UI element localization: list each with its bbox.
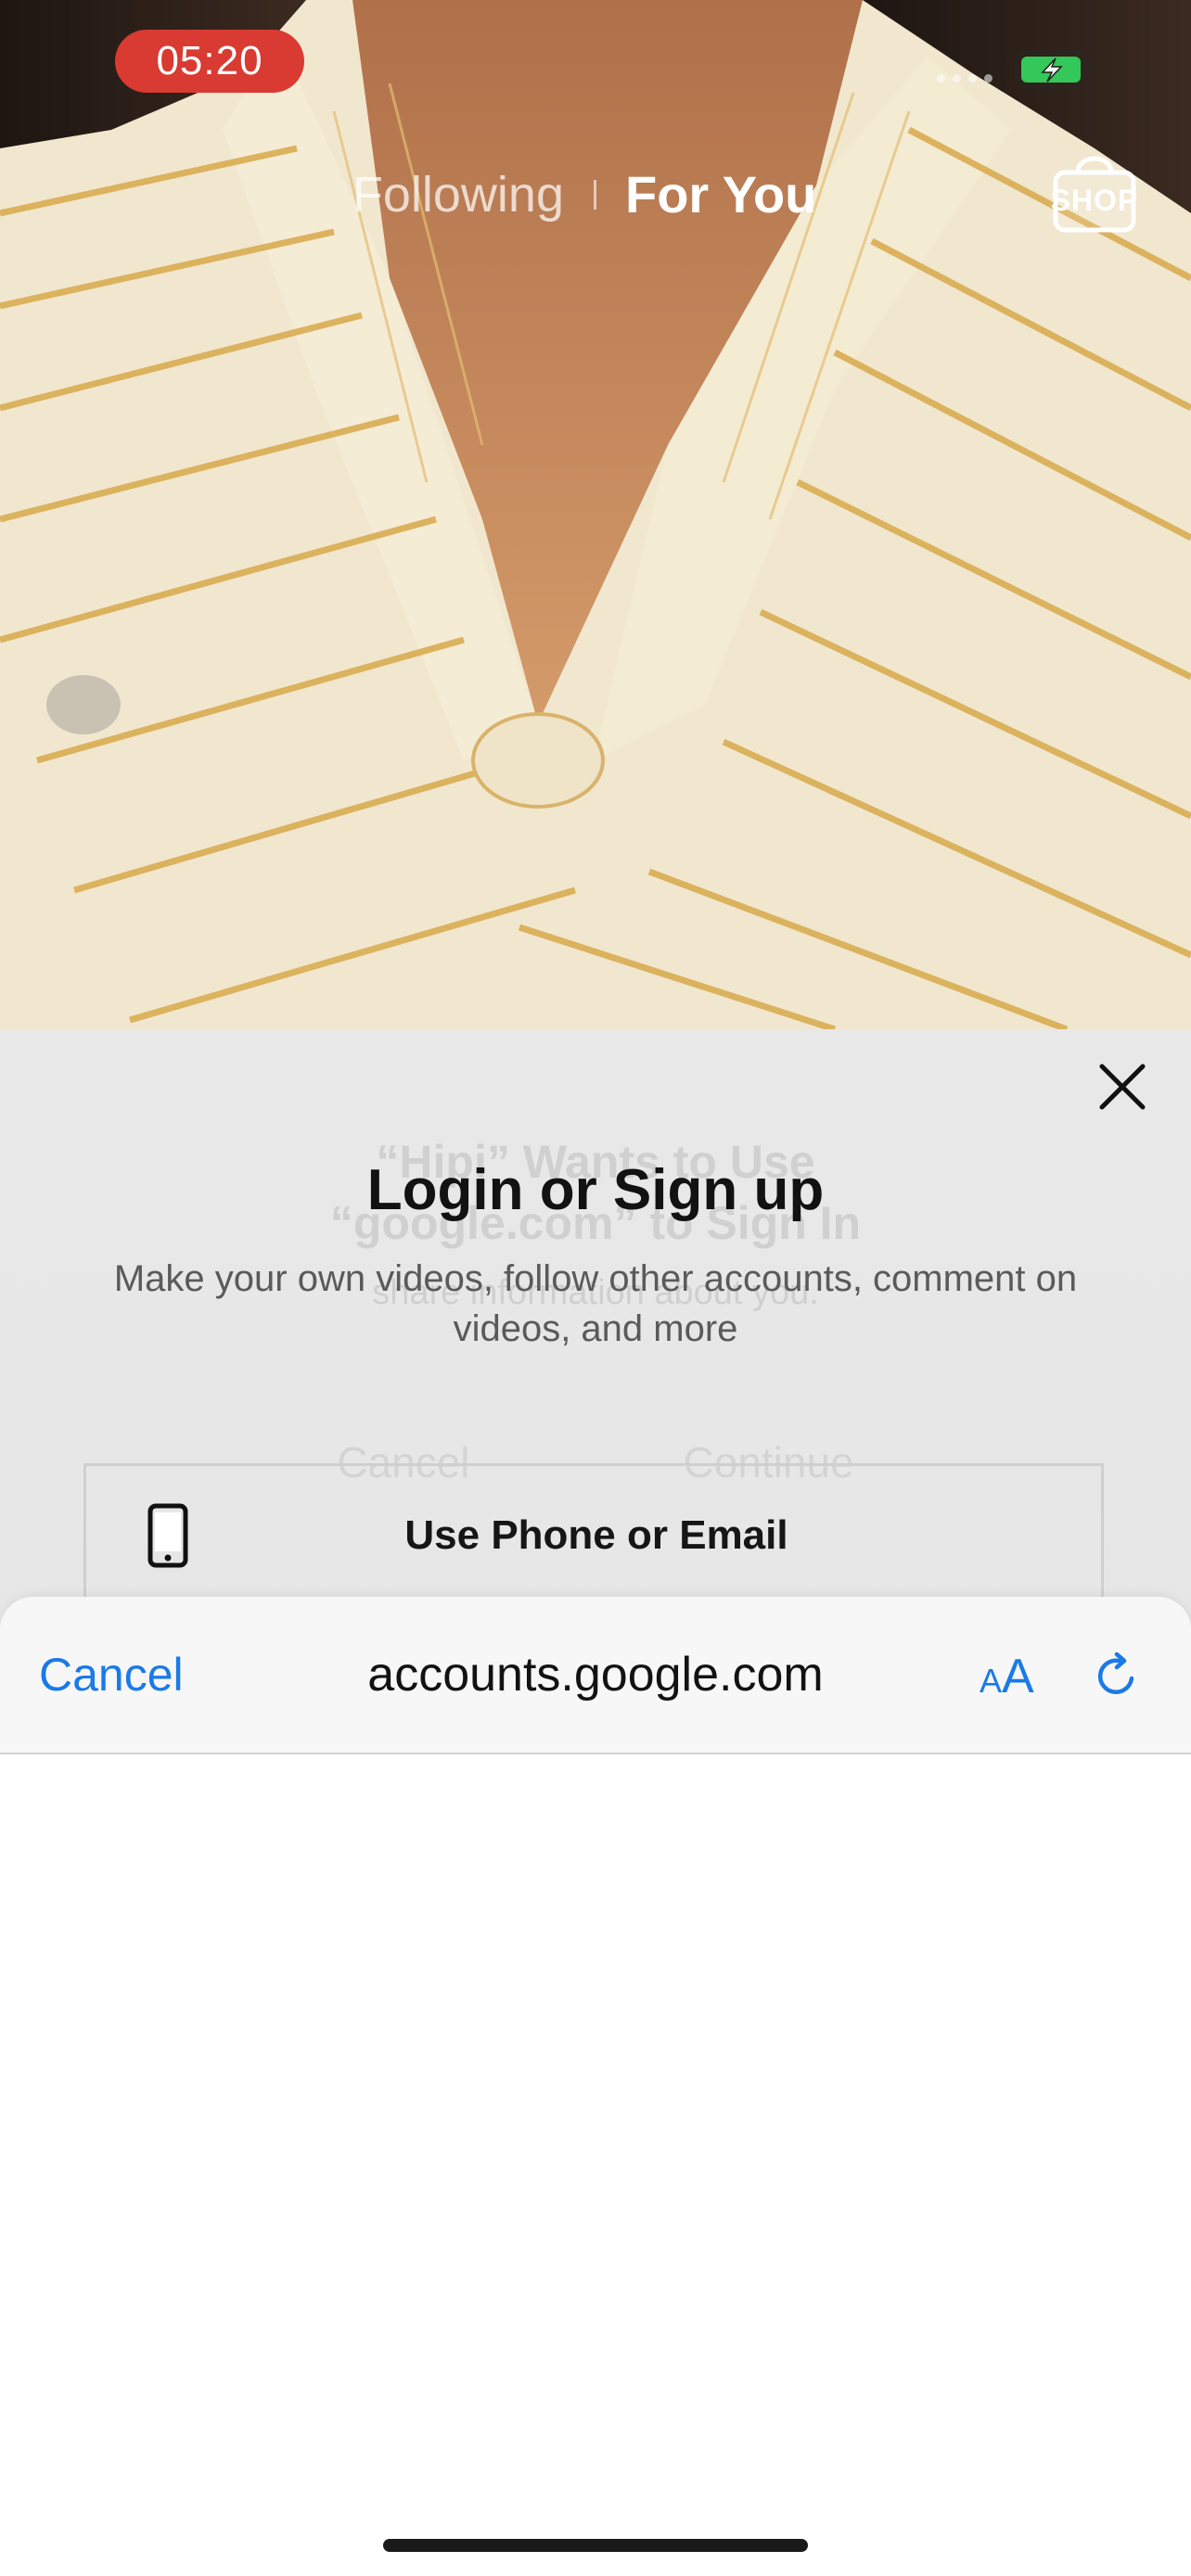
screen: 05:20 Following For You SHOP “Hipi” Want… — [0, 0, 1191, 2576]
shop-button[interactable]: SHOP — [1048, 148, 1141, 236]
use-phone-or-email-button[interactable]: Use Phone or Email — [83, 1463, 1104, 1612]
tab-for-you[interactable]: For You — [625, 158, 816, 232]
video-background[interactable] — [0, 0, 1191, 1029]
reload-icon[interactable] — [1091, 1651, 1143, 1702]
tab-following[interactable]: Following — [352, 158, 564, 232]
browser-toolbar: accounts.google.com Cancel AA — [0, 1597, 1191, 1754]
cellular-signal-icon — [937, 74, 992, 85]
browser-sheet: accounts.google.com Cancel AA — [0, 1597, 1191, 2576]
battery-charging-icon — [1015, 50, 1093, 89]
login-title: Login or Sign up — [366, 1158, 825, 1222]
status-time: 05:20 — [115, 30, 304, 93]
shop-label: SHOP — [1050, 184, 1139, 217]
use-phone-or-email-label: Use Phone or Email — [404, 1512, 788, 1558]
home-indicator[interactable] — [383, 2539, 808, 2552]
close-icon[interactable] — [1096, 1061, 1148, 1113]
login-subtitle: Make your own videos, follow other accou… — [113, 1258, 1078, 1349]
tab-divider — [594, 180, 596, 210]
text-size-icon[interactable]: AA — [980, 1643, 1039, 1708]
feed-tabs: Following For You — [0, 158, 1191, 232]
video-frame-illustration — [0, 0, 1191, 1029]
browser-page-content[interactable] — [0, 1754, 1191, 2576]
browser-cancel-button[interactable]: Cancel — [39, 1597, 184, 1753]
